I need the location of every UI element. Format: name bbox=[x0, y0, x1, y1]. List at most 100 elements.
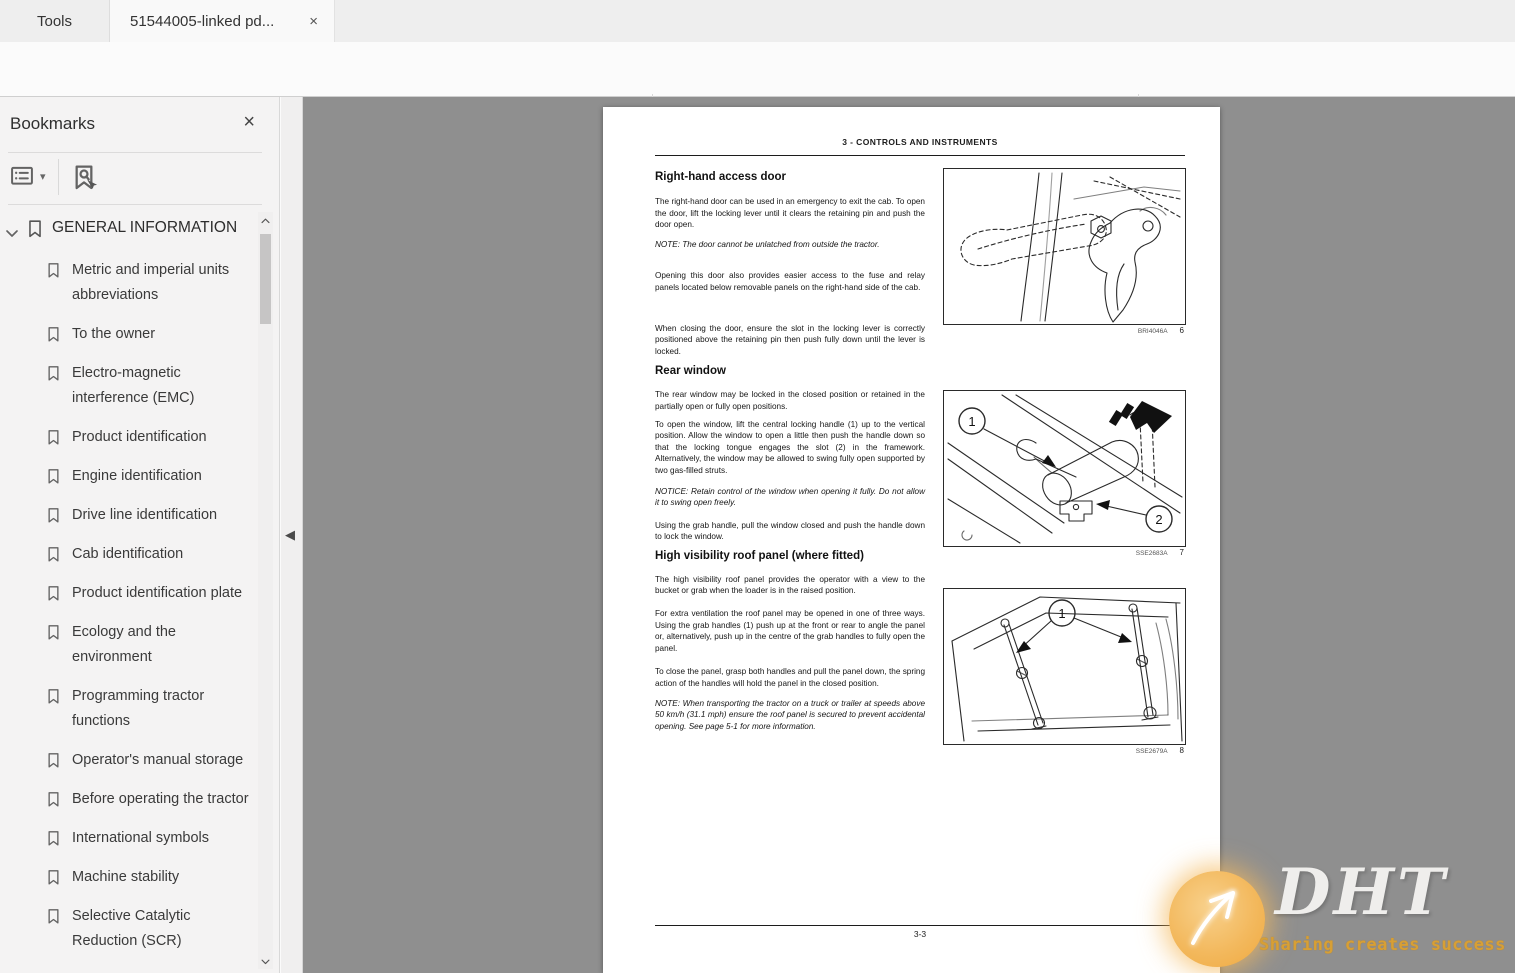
bookmarks-panel: Bookmarks × ▾ GENERAL INFORMATION Metric… bbox=[0, 97, 280, 973]
divider bbox=[8, 204, 262, 205]
tab-bar: Tools 51544005-linked pd... × bbox=[0, 0, 1515, 42]
note-paragraph: NOTE: When transporting the tractor on a… bbox=[655, 698, 925, 731]
bookmark-item[interactable]: Selective Catalytic Reduction (SCR) bbox=[0, 897, 256, 961]
chevron-down-icon bbox=[6, 230, 18, 237]
bookmark-icon bbox=[48, 870, 59, 885]
divider bbox=[58, 159, 59, 195]
figure-code: SSE2683A bbox=[1135, 550, 1168, 557]
scroll-up-button[interactable] bbox=[259, 212, 272, 228]
bookmarks-header: Bookmarks × bbox=[0, 97, 279, 152]
pdf-viewer-window: Tools 51544005-linked pd... × 71 Bookmar… bbox=[0, 0, 1515, 973]
paragraph: To close the panel, grasp both handles a… bbox=[655, 667, 925, 689]
section-heading: Right-hand access door bbox=[655, 171, 786, 183]
watermark-brand: DHT bbox=[1275, 855, 1448, 930]
pdf-page: 3 - CONTROLS AND INSTRUMENTS Right-hand … bbox=[603, 107, 1220, 973]
bookmark-item[interactable]: Cab identification bbox=[0, 535, 256, 574]
footer-rule bbox=[655, 925, 1185, 926]
paragraph: When closing the door, ensure the slot i… bbox=[655, 323, 925, 356]
close-icon[interactable]: × bbox=[243, 111, 255, 134]
header-rule bbox=[655, 155, 1185, 156]
bookmark-icon bbox=[48, 469, 59, 484]
main-toolbar: / 652 54.5% ▾ bbox=[0, 42, 1515, 132]
bookmark-item[interactable]: Ecology and the environment bbox=[0, 613, 256, 677]
paragraph: The high visibility roof panel provides … bbox=[655, 574, 925, 596]
door-lever-illustration bbox=[960, 172, 1181, 323]
bookmark-icon bbox=[48, 508, 59, 523]
paragraph: The right-hand door can be used in an em… bbox=[655, 197, 925, 230]
paragraph: Using the grab handle, pull the window c… bbox=[655, 520, 925, 542]
bookmark-item[interactable]: International symbols bbox=[0, 819, 256, 858]
page-running-header: 3 - CONTROLS AND INSTRUMENTS bbox=[842, 137, 998, 147]
bookmark-root-general-information[interactable]: GENERAL INFORMATION bbox=[0, 209, 256, 251]
bookmark-icon bbox=[48, 586, 59, 601]
bookmark-icon bbox=[48, 263, 59, 278]
section-heading: Rear window bbox=[655, 365, 726, 378]
chevron-down-icon: ▾ bbox=[40, 170, 46, 183]
bookmark-icon bbox=[48, 625, 59, 640]
notice-paragraph: NOTICE: Retain control of the window whe… bbox=[655, 486, 925, 508]
bookmark-item[interactable]: Operator's manual storage bbox=[0, 741, 256, 780]
bookmark-item[interactable]: Engine identification bbox=[0, 457, 256, 496]
watermark-arrow-icon bbox=[1191, 891, 1235, 945]
watermark-logo-circle bbox=[1169, 871, 1265, 967]
note-paragraph: NOTE: The door cannot be unlatched from … bbox=[655, 239, 880, 249]
bookmark-icon bbox=[48, 327, 59, 342]
bookmark-item[interactable]: Machine stability bbox=[0, 858, 256, 897]
bookmarks-options-row: ▾ bbox=[0, 153, 279, 203]
watermark-tagline: Sharing creates success bbox=[1259, 935, 1506, 955]
paragraph: The rear window may be locked in the clo… bbox=[655, 390, 925, 411]
figure-rear-window-handle: 1 2 SSE2683A 7 bbox=[943, 390, 1186, 557]
section-heading: High visibility roof panel (where fitted… bbox=[655, 549, 864, 562]
bookmark-icon bbox=[48, 753, 59, 768]
figure-number: 8 bbox=[1179, 746, 1184, 755]
bookmark-item[interactable]: To the owner bbox=[0, 315, 256, 354]
bookmark-item[interactable]: Metric and imperial units abbreviations bbox=[0, 251, 256, 315]
scroll-down-button[interactable] bbox=[259, 953, 272, 969]
panel-collapse-strip[interactable]: ◀ bbox=[281, 97, 303, 973]
bookmarks-tree: GENERAL INFORMATION Metric and imperial … bbox=[0, 209, 256, 973]
callout-label: 2 bbox=[1155, 512, 1162, 527]
bookmark-icon bbox=[48, 909, 59, 924]
collapse-panel-icon[interactable]: ◀ bbox=[285, 527, 295, 543]
paragraph: Opening this door also provides easier a… bbox=[655, 271, 925, 292]
bookmark-icon bbox=[29, 220, 41, 238]
bookmark-options-button[interactable]: ▾ bbox=[8, 161, 46, 191]
bookmarks-scrollbar[interactable] bbox=[258, 212, 273, 969]
chevron-down-icon bbox=[261, 959, 270, 964]
callout-label: 1 bbox=[968, 414, 975, 429]
tab-document-label: 51544005-linked pd... bbox=[130, 12, 275, 30]
find-current-bookmark-button[interactable] bbox=[68, 161, 100, 195]
bookmarks-title: Bookmarks bbox=[10, 114, 96, 133]
bookmark-item[interactable]: Programming tractor functions bbox=[0, 677, 256, 741]
figure-code: BRI4046A bbox=[1137, 328, 1168, 335]
bookmark-item[interactable]: Product identification bbox=[0, 418, 256, 457]
options-list-icon bbox=[11, 166, 33, 185]
bookmark-search-icon bbox=[75, 165, 98, 190]
roof-panel-illustration: 1 bbox=[951, 596, 1183, 742]
scrollbar-thumb[interactable] bbox=[260, 234, 271, 324]
tab-document[interactable]: 51544005-linked pd... × bbox=[110, 0, 335, 42]
paragraph: For extra ventilation the roof panel may… bbox=[655, 609, 925, 653]
close-icon[interactable]: × bbox=[307, 13, 320, 30]
bookmark-icon bbox=[48, 430, 59, 445]
paragraph: To open the window, lift the central loc… bbox=[655, 419, 925, 475]
rear-window-illustration: 1 2 bbox=[947, 394, 1183, 544]
document-canvas[interactable]: 3 - CONTROLS AND INSTRUMENTS Right-hand … bbox=[303, 97, 1515, 973]
figure-roof-panel: 1 SSE2679A 8 bbox=[943, 588, 1186, 755]
tab-tools-label: Tools bbox=[36, 12, 73, 30]
figure-number: 7 bbox=[1179, 548, 1184, 557]
bookmark-icon bbox=[48, 831, 59, 846]
bookmark-item[interactable]: Product identification plate bbox=[0, 574, 256, 613]
figure-code: SSE2679A bbox=[1135, 748, 1168, 755]
bookmark-root-label: GENERAL INFORMATION bbox=[52, 219, 238, 236]
figure-number: 6 bbox=[1179, 326, 1184, 335]
bookmark-icon bbox=[48, 366, 59, 381]
callout-label: 1 bbox=[1058, 606, 1065, 621]
bookmark-item[interactable]: Electro-magnetic interference (EMC) bbox=[0, 354, 256, 418]
bookmark-item[interactable]: Before operating the tractor bbox=[0, 780, 256, 819]
page-folio: 3-3 bbox=[913, 929, 927, 939]
chevron-up-icon bbox=[261, 218, 270, 223]
bookmark-icon bbox=[48, 792, 59, 807]
tab-tools[interactable]: Tools bbox=[0, 0, 110, 42]
bookmark-item[interactable]: Drive line identification bbox=[0, 496, 256, 535]
